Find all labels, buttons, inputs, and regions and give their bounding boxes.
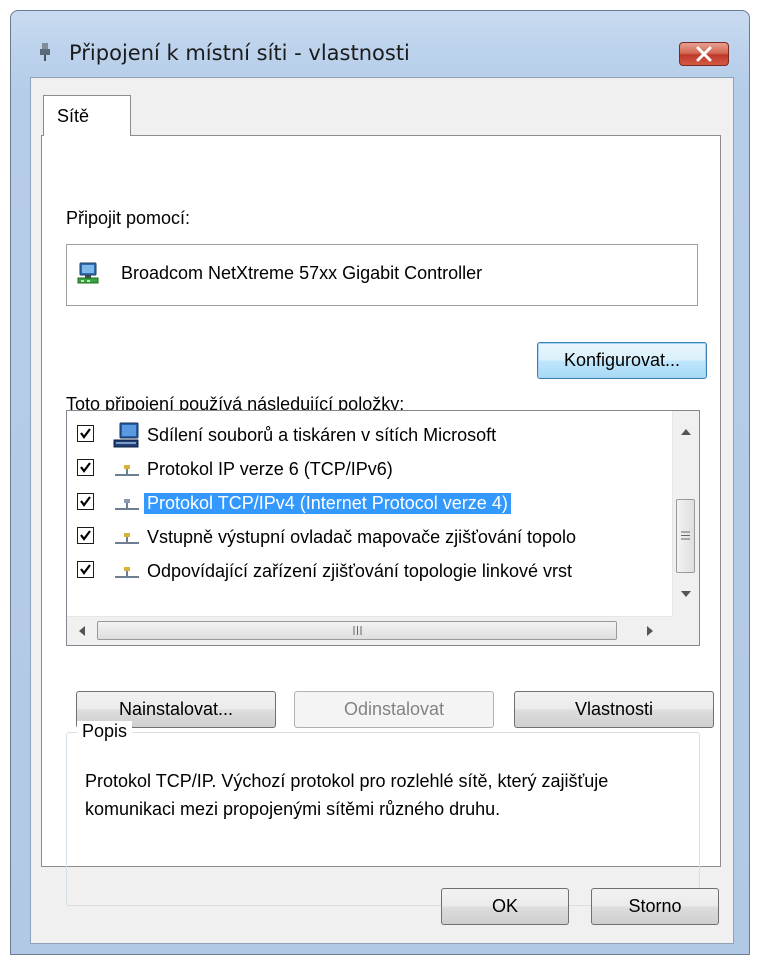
- cancel-button[interactable]: Storno: [591, 888, 719, 925]
- horizontal-scrollbar[interactable]: [67, 616, 673, 645]
- title-bar[interactable]: Připojení k místní síti - vlastnosti: [11, 11, 749, 77]
- cancel-button-label: Storno: [628, 896, 682, 916]
- adapter-field: Broadcom NetXtreme 57xx Gigabit Controll…: [66, 244, 698, 306]
- scroll-up-icon[interactable]: [681, 429, 691, 435]
- item-label-selected: Protokol TCP/IPv4 (Internet Protocol ver…: [144, 493, 511, 514]
- adapter-name: Broadcom NetXtreme 57xx Gigabit Controll…: [121, 263, 483, 283]
- network-protocol-icon: [115, 465, 139, 476]
- vertical-scroll-thumb[interactable]: [676, 499, 695, 573]
- dialog-window: Připojení k místní síti - vlastnosti Sít…: [10, 10, 750, 955]
- tab-networking[interactable]: Sítě: [43, 95, 131, 136]
- network-protocol-icon: [115, 533, 139, 544]
- item-label: Sdílení souborů a tiskáren v sítích Micr…: [147, 425, 497, 445]
- tab-panel: Připojit pomocí: Broadcom NetXtreme 57xx…: [41, 135, 721, 906]
- properties-button[interactable]: Vlastnosti: [514, 691, 714, 728]
- checkmark-icon: [80, 564, 91, 575]
- list-item[interactable]: Odpovídající zařízení zjišťování topolog…: [67, 555, 667, 589]
- horizontal-scroll-thumb[interactable]: [97, 621, 617, 640]
- item-checkbox[interactable]: [77, 493, 94, 510]
- item-checkbox[interactable]: [77, 527, 94, 544]
- network-protocol-icon: [115, 567, 139, 578]
- item-label: Odpovídající zařízení zjišťování topolog…: [147, 561, 572, 581]
- configure-button[interactable]: Konfigurovat...: [537, 342, 707, 379]
- description-text: Protokol TCP/IP. Výchozí protokol pro ro…: [85, 771, 609, 819]
- vertical-scrollbar[interactable]: [672, 411, 699, 617]
- network-protocol-icon: [115, 499, 139, 510]
- computer-icon: [113, 422, 139, 448]
- window-title: Připojení k místní síti - vlastnosti: [69, 41, 410, 65]
- connect-using-label: Připojit pomocí:: [66, 208, 191, 228]
- checkmark-icon: [80, 530, 91, 541]
- items-list[interactable]: Sdílení souborů a tiskáren v sítích Micr…: [66, 410, 700, 646]
- network-connection-icon: [40, 43, 50, 61]
- tab-label: Sítě: [57, 106, 90, 126]
- network-adapter-icon: [77, 262, 99, 284]
- item-label: Vstupně výstupní ovladač mapovače zjišťo…: [147, 527, 577, 547]
- ok-button-label: OK: [491, 896, 518, 916]
- list-item[interactable]: Vstupně výstupní ovladač mapovače zjišťo…: [67, 521, 667, 555]
- close-button[interactable]: [679, 42, 729, 66]
- list-item[interactable]: Protokol IP verze 6 (TCP/IPv6): [67, 453, 667, 487]
- item-label: Protokol IP verze 6 (TCP/IPv6): [147, 459, 393, 479]
- scroll-right-icon[interactable]: [647, 626, 653, 636]
- close-icon: [696, 46, 712, 62]
- grip-icon: [353, 626, 362, 635]
- configure-button-label: Konfigurovat...: [563, 350, 681, 370]
- checkmark-icon: [80, 462, 91, 473]
- ok-button[interactable]: OK: [441, 888, 569, 925]
- grip-icon: [681, 531, 690, 540]
- uninstall-button-label: Odinstalovat: [343, 699, 445, 719]
- checkmark-icon: [80, 428, 91, 439]
- properties-button-label: Vlastnosti: [574, 699, 654, 719]
- scroll-corner: [673, 617, 699, 645]
- item-checkbox[interactable]: [77, 459, 94, 476]
- list-item[interactable]: Protokol TCP/IPv4 (Internet Protocol ver…: [67, 487, 667, 521]
- list-item[interactable]: Sdílení souborů a tiskáren v sítích Micr…: [67, 419, 667, 453]
- description-group: Popis Protokol TCP/IP. Výchozí protokol …: [66, 721, 700, 906]
- dialog-client-area: Sítě Připojit pomocí: Broadcom NetXtreme…: [30, 77, 734, 944]
- description-title: Popis: [77, 721, 133, 742]
- checkmark-icon: [80, 496, 91, 507]
- scroll-down-icon[interactable]: [681, 591, 691, 597]
- uninstall-button[interactable]: Odinstalovat: [294, 691, 494, 728]
- item-checkbox[interactable]: [77, 561, 94, 578]
- install-button-label: Nainstalovat...: [118, 699, 234, 719]
- item-checkbox[interactable]: [77, 425, 94, 442]
- scroll-left-icon[interactable]: [79, 626, 85, 636]
